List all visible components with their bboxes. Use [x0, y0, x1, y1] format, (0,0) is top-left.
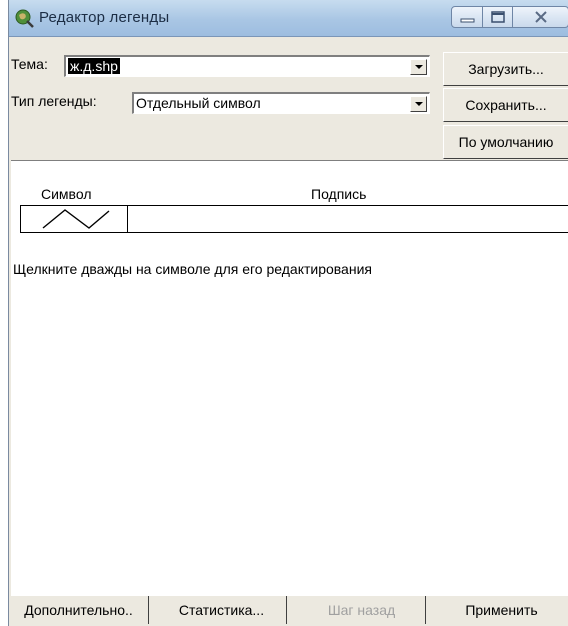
table-row[interactable] [20, 205, 568, 233]
theme-value: ж.д.shp [68, 58, 120, 74]
column-header-symbol: Символ [41, 186, 92, 202]
advanced-button[interactable]: Дополнительно.. [9, 596, 149, 624]
legend-editor-window: Редактор легенды Тема: ж.д.shp Тип леген… [8, 0, 568, 626]
default-button[interactable]: По умолчанию [443, 125, 568, 159]
line-symbol-icon [42, 209, 110, 229]
minimize-icon [460, 18, 475, 23]
statistics-button[interactable]: Статистика... [157, 596, 287, 624]
close-icon [535, 11, 547, 23]
symbol-cell[interactable] [21, 206, 128, 232]
legend-editor-icon [15, 9, 34, 28]
column-header-label: Подпись [311, 186, 367, 202]
save-button[interactable]: Сохранить... [443, 88, 568, 122]
bottom-toolbar: Дополнительно.. Статистика... Шаг назад … [9, 596, 568, 626]
edit-hint: Щелкните дважды на символе для его редак… [13, 261, 372, 277]
chevron-down-icon[interactable] [410, 59, 427, 75]
legend-panel: Символ Подпись Щелкните дважды на символ… [11, 160, 568, 597]
maximize-icon [491, 11, 505, 23]
window-title: Редактор легенды [39, 9, 170, 26]
close-button[interactable] [513, 6, 568, 28]
apply-button[interactable]: Применить [434, 596, 568, 624]
maximize-button[interactable] [483, 6, 513, 28]
theme-label: Тема: [11, 56, 48, 72]
legend-type-select[interactable]: Отдельный символ [132, 92, 430, 114]
title-bar[interactable]: Редактор легенды [9, 0, 568, 37]
chevron-down-icon[interactable] [410, 96, 427, 112]
minimize-button[interactable] [451, 6, 483, 28]
theme-select[interactable]: ж.д.shp [64, 55, 430, 77]
legend-type-value: Отдельный символ [136, 95, 261, 111]
load-button[interactable]: Загрузить... [443, 52, 568, 86]
legend-type-label: Тип легенды: [11, 93, 97, 109]
undo-button[interactable]: Шаг назад [298, 596, 426, 624]
